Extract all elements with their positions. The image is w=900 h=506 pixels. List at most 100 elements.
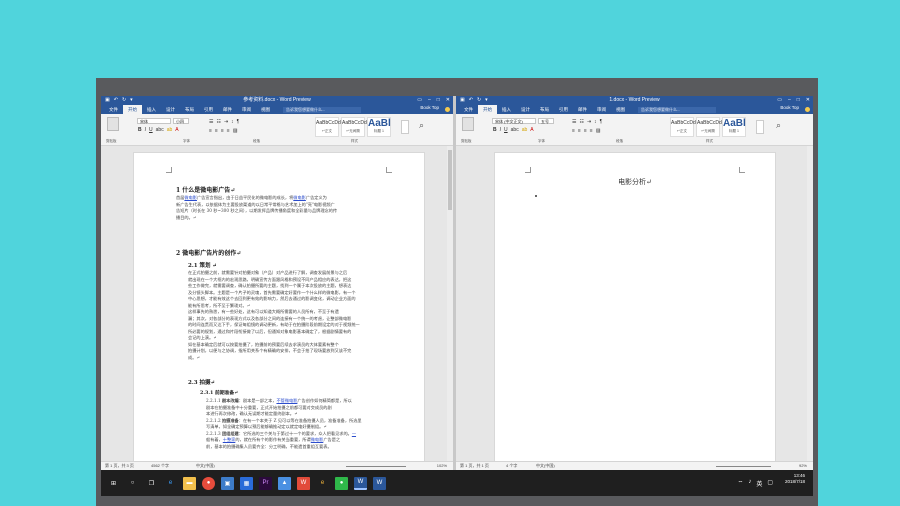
style-no-spacing[interactable]: AaBbCcDd ↵无间隔 [341, 117, 367, 137]
network-icon[interactable]: ⌔ [738, 479, 744, 488]
tell-me-search[interactable]: 告诉我您想要做什么... [283, 106, 361, 113]
edge-icon[interactable]: e [164, 477, 177, 490]
hyperlink[interactable]: 十整家 [223, 437, 236, 442]
tab-design[interactable]: 设计 [161, 105, 180, 114]
paste-icon[interactable] [107, 117, 119, 131]
italic-icon[interactable]: I [145, 127, 146, 133]
hyperlink[interactable]: 一 [352, 431, 356, 436]
word-count[interactable]: 4 个字 [506, 462, 517, 470]
align-left-icon[interactable]: ≡ [209, 128, 212, 134]
strike-icon[interactable]: abc [156, 127, 164, 133]
close-icon[interactable]: ✕ [446, 96, 450, 105]
align-center-icon[interactable]: ≡ [578, 128, 581, 134]
close-icon[interactable]: ✕ [806, 96, 810, 105]
font-color-icon[interactable]: A [175, 127, 178, 133]
tab-references[interactable]: 引用 [199, 105, 218, 114]
show-marks-icon[interactable]: ¶ [237, 119, 240, 125]
zoom-slider[interactable] [346, 466, 406, 467]
wechat-icon[interactable]: ● [335, 476, 348, 490]
tab-review[interactable]: 审阅 [237, 105, 256, 114]
zoom-slider[interactable] [716, 466, 771, 467]
tab-mailings[interactable]: 邮件 [218, 105, 237, 114]
user-account[interactable]: Book Top [780, 105, 799, 110]
style-normal[interactable]: AaBbCcDd ↵正文 [315, 117, 341, 137]
volume-icon[interactable]: ♪ [748, 479, 751, 488]
word2-icon[interactable]: W [373, 476, 386, 490]
tab-mailings[interactable]: 邮件 [573, 105, 592, 114]
tab-home[interactable]: 开始 [123, 105, 142, 114]
tab-references[interactable]: 引用 [554, 105, 573, 114]
justify-icon[interactable]: ≡ [590, 128, 593, 134]
hyperlink[interactable]: 微电影 [311, 437, 324, 442]
editing-icon[interactable]: ⌕ [419, 120, 433, 134]
ribbon-display-icon[interactable]: ▭ [777, 96, 782, 105]
highlight-icon[interactable]: ab [522, 127, 528, 133]
maximize-icon[interactable]: □ [437, 96, 440, 105]
start-icon[interactable]: ⊞ [107, 477, 120, 490]
notification-icon[interactable]: ▢ [767, 479, 773, 488]
tab-file[interactable]: 文件 [104, 105, 123, 114]
sort-icon[interactable]: ↕ [231, 119, 234, 125]
show-marks-icon[interactable]: ¶ [600, 119, 603, 125]
language[interactable]: 中文(中国) [196, 462, 215, 470]
document-page[interactable]: 电影分析↵ [494, 152, 776, 461]
bullets-icon[interactable]: ☰ [572, 119, 576, 125]
numbering-icon[interactable]: ☷ [216, 119, 220, 125]
language[interactable]: 中文(中国) [536, 462, 555, 470]
ime-icon[interactable]: 英 [756, 479, 762, 488]
task-view-icon[interactable]: ❐ [145, 477, 158, 490]
store-icon[interactable]: ▦ [240, 476, 253, 490]
document-page[interactable]: 1 什么是微电影广告↵ 首届微电影广告宣言指出，由于日益平民化的微电影的成长，将… [133, 152, 425, 461]
vertical-scrollbar[interactable] [807, 146, 813, 461]
ribbon-display-icon[interactable]: ▭ [417, 96, 422, 105]
sort-icon[interactable]: ↕ [594, 119, 597, 125]
shading-icon[interactable]: ▨ [233, 128, 238, 134]
editing-icon[interactable]: ⌕ [776, 120, 790, 134]
system-tray[interactable]: 13:46 2018/7/18 [785, 473, 805, 485]
tab-view[interactable]: 视图 [611, 105, 630, 114]
font-name-select[interactable]: 宋体 [137, 118, 171, 124]
photos-icon[interactable]: ▲ [278, 476, 291, 490]
scrollbar-thumb[interactable] [448, 150, 452, 210]
style-normal[interactable]: AaBbCcDd ↵正文 [670, 117, 696, 137]
tab-insert[interactable]: 插入 [497, 105, 516, 114]
style-heading-1[interactable]: AaBl 标题 1 [367, 117, 391, 137]
hyperlink[interactable]: 不管微电影 [276, 398, 297, 403]
highlight-icon[interactable]: ab [167, 127, 173, 133]
word-icon[interactable]: W [354, 476, 367, 490]
tell-me-search[interactable]: 告诉我您想要做什么... [638, 106, 716, 113]
style-no-spacing[interactable]: AaBbCcDd ↵无间隔 [696, 117, 722, 137]
app-icon[interactable]: ▣ [221, 476, 234, 490]
font-color-icon[interactable]: A [530, 127, 533, 133]
indent-icon[interactable]: ⇥ [587, 119, 591, 125]
tab-layout[interactable]: 布局 [180, 105, 199, 114]
page-count[interactable]: 第 1 页，共 3 页 [105, 462, 134, 470]
explorer-icon[interactable]: ▬ [183, 476, 196, 490]
maximize-icon[interactable]: □ [797, 96, 800, 105]
align-right-icon[interactable]: ≡ [221, 128, 224, 134]
bold-icon[interactable]: B [138, 127, 142, 133]
style-heading-1[interactable]: AaBl 标题 1 [722, 117, 746, 137]
underline-icon[interactable]: U [504, 127, 508, 133]
font-size-select[interactable]: 五号 [538, 118, 554, 124]
shading-icon[interactable]: ▨ [596, 128, 601, 134]
numbering-icon[interactable]: ☷ [579, 119, 583, 125]
tab-layout[interactable]: 布局 [535, 105, 554, 114]
tab-file[interactable]: 文件 [459, 105, 478, 114]
hyperlink[interactable]: 微电影 [184, 195, 197, 200]
feedback-smiley-icon[interactable] [445, 107, 450, 112]
strike-icon[interactable]: abc [511, 127, 519, 133]
styles-more-icon[interactable] [756, 120, 764, 134]
bullets-icon[interactable]: ☰ [209, 119, 213, 125]
feedback-smiley-icon[interactable] [805, 107, 810, 112]
chrome-icon[interactable]: ● [202, 476, 215, 490]
premiere-icon[interactable]: Pr [259, 476, 272, 490]
tab-design[interactable]: 设计 [516, 105, 535, 114]
tab-home[interactable]: 开始 [478, 105, 497, 114]
styles-more-icon[interactable] [401, 120, 409, 134]
align-right-icon[interactable]: ≡ [584, 128, 587, 134]
search-icon[interactable]: ○ [126, 477, 139, 490]
minimize-icon[interactable]: – [428, 96, 431, 105]
minimize-icon[interactable]: – [788, 96, 791, 105]
align-center-icon[interactable]: ≡ [215, 128, 218, 134]
